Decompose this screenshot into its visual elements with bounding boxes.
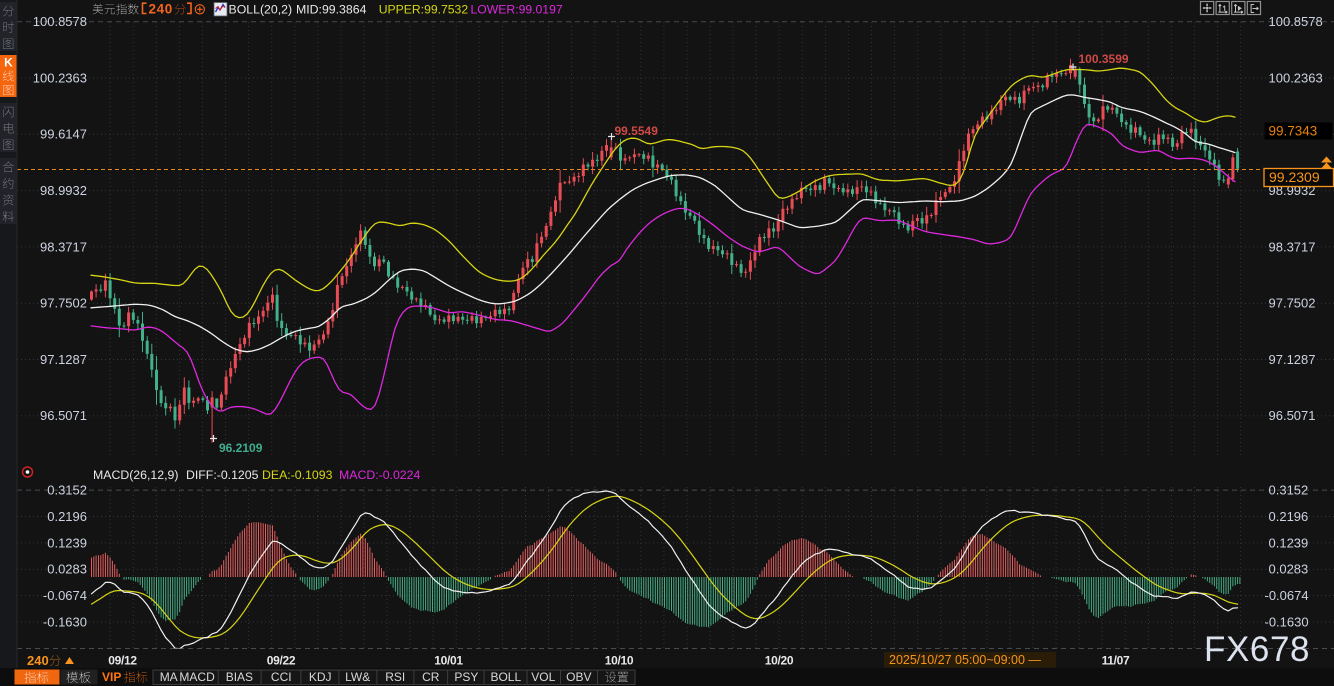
svg-text:97.1287: 97.1287: [1269, 352, 1316, 367]
svg-text:98.3717: 98.3717: [40, 239, 87, 254]
svg-text:0.3152: 0.3152: [47, 483, 87, 498]
svg-text:DEA:-0.1093: DEA:-0.1093: [262, 468, 333, 482]
svg-text:VOL: VOL: [531, 670, 555, 684]
svg-text:99.6147: 99.6147: [40, 127, 87, 142]
svg-text:-0.1630: -0.1630: [43, 614, 87, 629]
svg-text:99.2309: 99.2309: [1269, 169, 1320, 185]
svg-text:10/01: 10/01: [434, 654, 463, 668]
svg-text:96.5071: 96.5071: [1269, 408, 1316, 423]
svg-text:OBV: OBV: [566, 670, 591, 684]
svg-text:96.5071: 96.5071: [40, 408, 87, 423]
svg-text:0.1239: 0.1239: [47, 535, 87, 550]
svg-text:11/07: 11/07: [1102, 654, 1130, 668]
svg-text:-0.1630: -0.1630: [1265, 614, 1309, 629]
svg-text:LW&: LW&: [345, 670, 370, 684]
svg-text:FX678: FX678: [1204, 630, 1310, 669]
svg-text:VIP: VIP: [102, 670, 121, 684]
svg-text:0.0283: 0.0283: [47, 562, 87, 577]
svg-text:100.2363: 100.2363: [33, 70, 87, 85]
svg-text:2025/10/27 05:00~09:00 —: 2025/10/27 05:00~09:00 —: [889, 653, 1041, 667]
svg-text:100.3599: 100.3599: [1079, 52, 1129, 66]
svg-text:97.7502: 97.7502: [1269, 296, 1316, 311]
svg-text:DIFF:-0.1205: DIFF:-0.1205: [186, 468, 259, 482]
svg-text:RSI: RSI: [385, 670, 405, 684]
svg-text:KDJ: KDJ: [309, 670, 332, 684]
svg-text:99.5549: 99.5549: [615, 124, 659, 138]
svg-text:-0.0674: -0.0674: [43, 588, 87, 603]
svg-text:97.7502: 97.7502: [40, 296, 87, 311]
svg-text:0.2196: 0.2196: [47, 509, 87, 524]
svg-text:0.2196: 0.2196: [1269, 509, 1309, 524]
svg-text:BIAS: BIAS: [226, 670, 253, 684]
svg-text:MACD: MACD: [179, 670, 215, 684]
svg-text:0.1239: 0.1239: [1269, 535, 1309, 550]
svg-text:BOLL(20,2): BOLL(20,2): [229, 3, 293, 17]
svg-text:97.1287: 97.1287: [40, 352, 87, 367]
svg-text:240: 240: [149, 2, 173, 17]
svg-text:MID:99.3864: MID:99.3864: [296, 3, 367, 17]
svg-text:CR: CR: [422, 670, 440, 684]
svg-text:BOLL: BOLL: [490, 670, 521, 684]
svg-text:100.8578: 100.8578: [33, 14, 87, 29]
svg-text:10/20: 10/20: [765, 654, 794, 668]
svg-text:10/10: 10/10: [605, 654, 634, 668]
svg-text:MA: MA: [160, 670, 178, 684]
svg-text:99.7343: 99.7343: [1269, 124, 1318, 139]
svg-text:09/12: 09/12: [108, 654, 137, 668]
svg-text:UPPER:99.7532: UPPER:99.7532: [379, 3, 469, 17]
svg-text:K: K: [4, 56, 13, 70]
svg-text:98.9932: 98.9932: [40, 183, 87, 198]
svg-text:0.3152: 0.3152: [1269, 483, 1309, 498]
svg-text:CCI: CCI: [271, 670, 292, 684]
svg-text:240: 240: [27, 653, 49, 668]
svg-text:MACD(26,12,9): MACD(26,12,9): [93, 468, 178, 482]
svg-text:MACD:-0.0224: MACD:-0.0224: [339, 468, 420, 482]
svg-text:-0.0674: -0.0674: [1265, 588, 1309, 603]
svg-text:09/22: 09/22: [267, 654, 296, 668]
svg-text:100.8578: 100.8578: [1269, 14, 1323, 29]
svg-text:0.0283: 0.0283: [1269, 562, 1309, 577]
svg-text:96.2109: 96.2109: [219, 441, 263, 455]
svg-text:100.2363: 100.2363: [1269, 70, 1323, 85]
svg-text:LOWER:99.0197: LOWER:99.0197: [471, 3, 563, 17]
svg-text:98.3717: 98.3717: [1269, 239, 1316, 254]
svg-text:PSY: PSY: [454, 670, 478, 684]
